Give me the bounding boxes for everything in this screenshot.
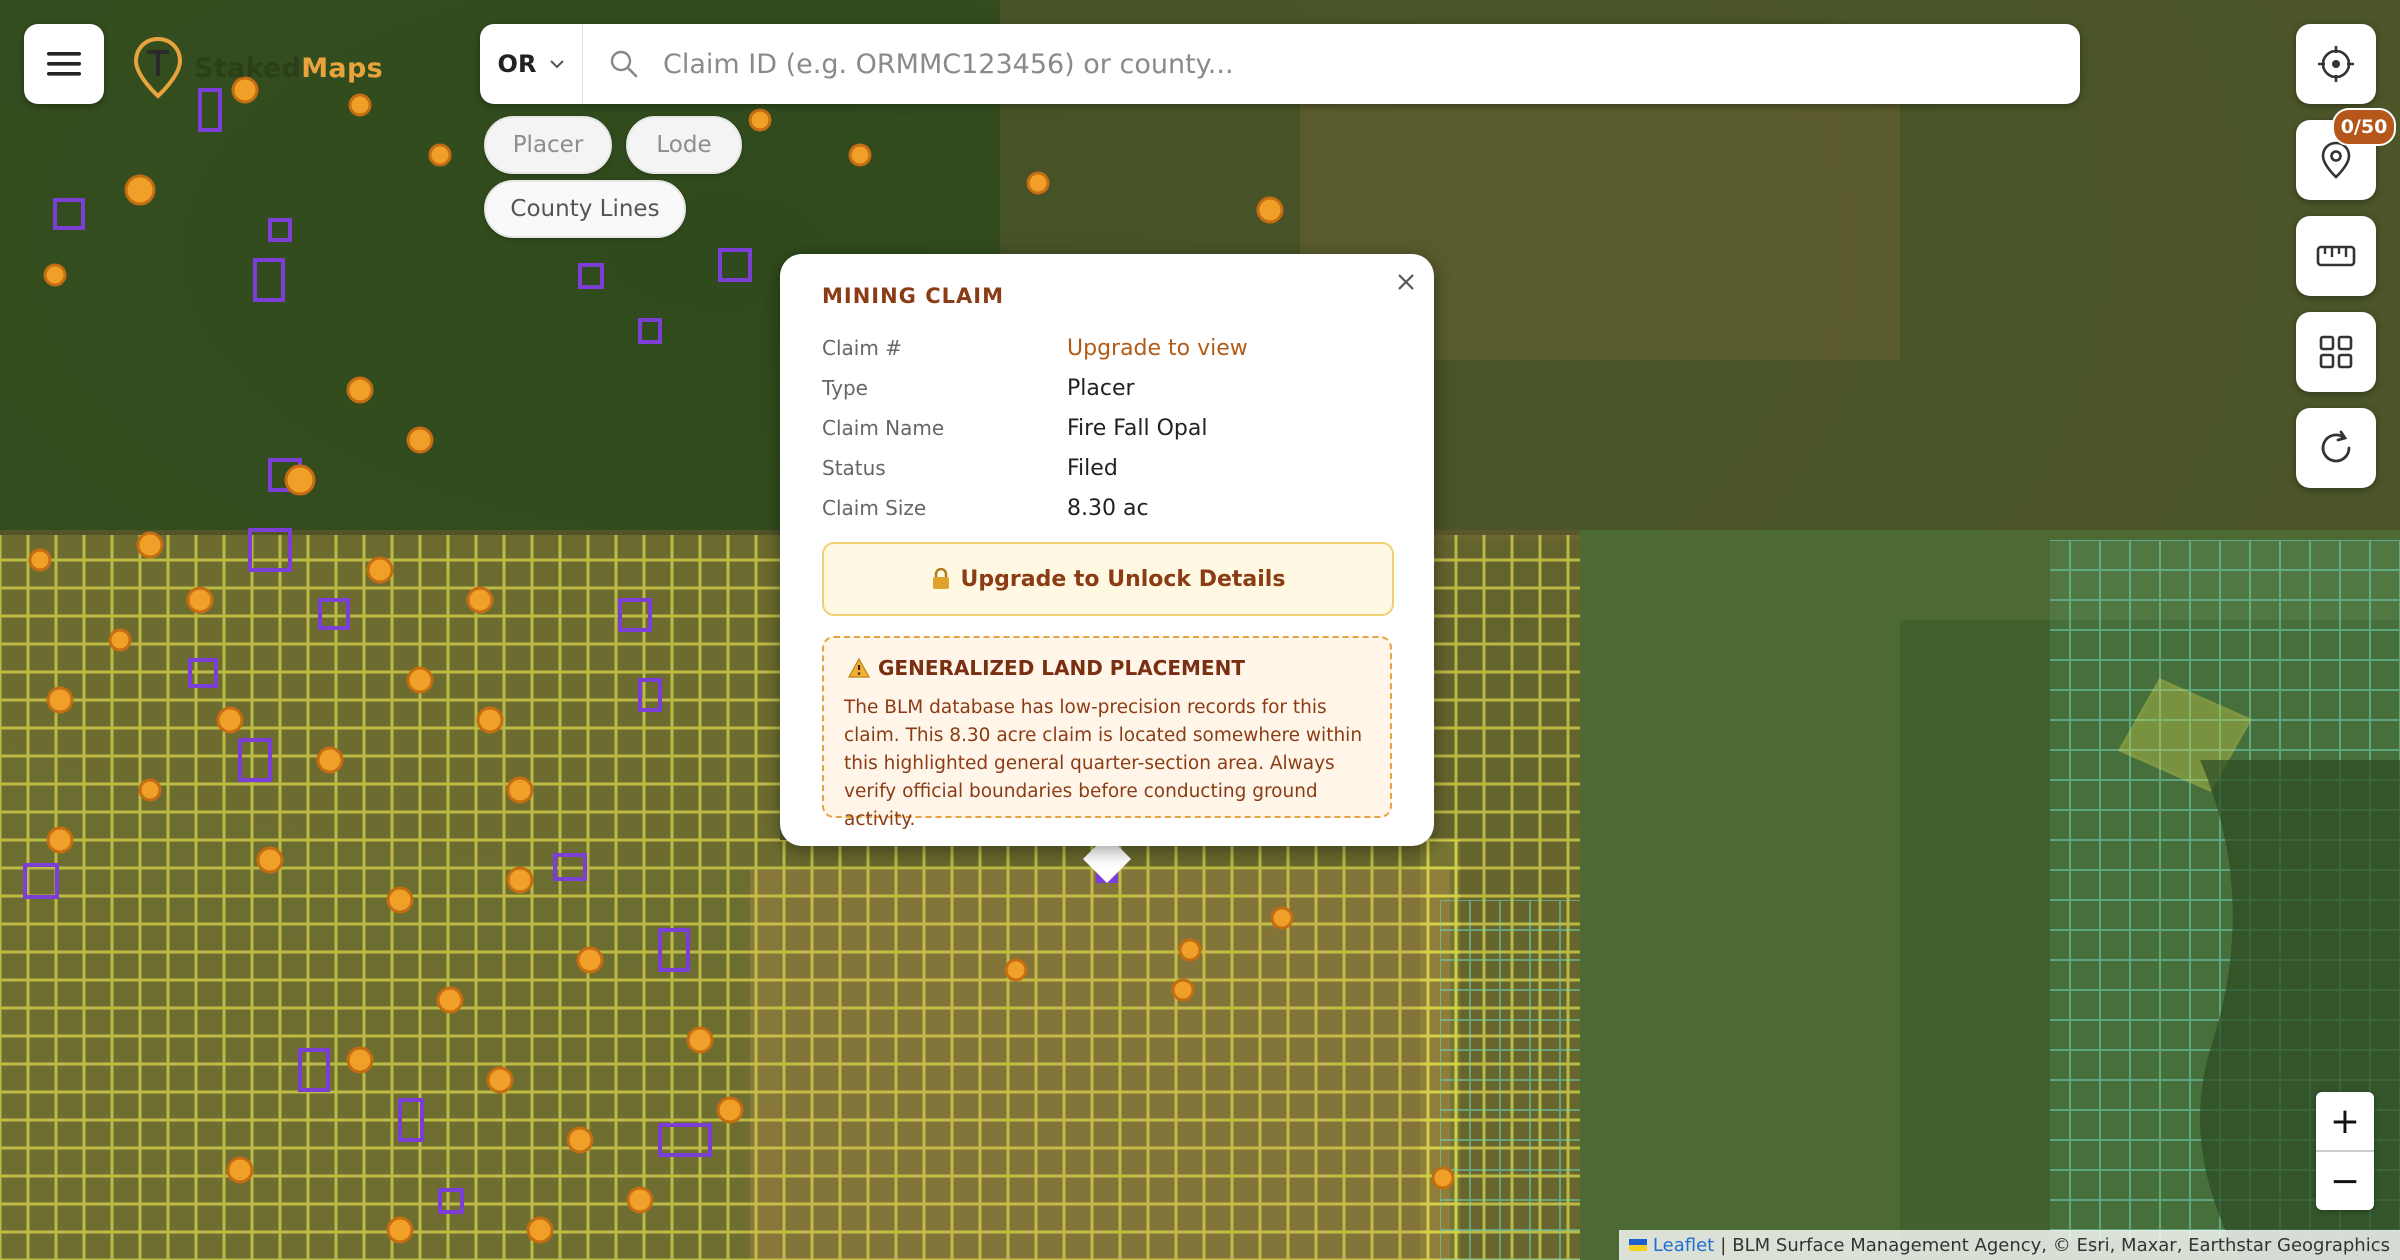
- unlock-label: Upgrade to Unlock Details: [960, 566, 1286, 592]
- claim-details: Claim # Upgrade to view Type Placer Clai…: [822, 328, 1392, 528]
- detail-value: 8.30 ac: [1067, 495, 1149, 521]
- county-lines-toggle[interactable]: County Lines: [484, 180, 686, 238]
- saved-count-badge: 0/50: [2332, 108, 2396, 146]
- attribution-separator: |: [1720, 1234, 1727, 1256]
- pin-icon: [2321, 141, 2351, 179]
- detail-label: Type: [822, 376, 868, 400]
- search-bar: OR: [480, 24, 2080, 104]
- upgrade-to-view-link[interactable]: Upgrade to view: [1067, 336, 1248, 361]
- close-button[interactable]: [1388, 264, 1424, 300]
- detail-value: Fire Fall Opal: [1067, 415, 1208, 441]
- brand-name: StakedMaps: [194, 53, 383, 84]
- app-logo[interactable]: StakedMaps: [132, 36, 383, 100]
- detail-row-claim-number: Claim # Upgrade to view: [822, 328, 1392, 368]
- close-icon: [1398, 274, 1414, 290]
- measure-button[interactable]: [2296, 216, 2376, 296]
- pin-logo-icon: [133, 36, 183, 99]
- filter-placer-chip[interactable]: Placer: [484, 116, 612, 174]
- upgrade-unlock-button[interactable]: Upgrade to Unlock Details: [822, 542, 1394, 616]
- search-icon: [609, 49, 639, 79]
- search-input[interactable]: [661, 47, 2080, 81]
- warning-title-text: GENERALIZED LAND PLACEMENT: [878, 656, 1245, 680]
- claim-popup: MINING CLAIM Claim # Upgrade to view Typ…: [780, 254, 1434, 846]
- popup-title: MINING CLAIM: [822, 284, 1004, 308]
- detail-value: Filed: [1067, 455, 1118, 481]
- detail-row-claim-name: Claim Name Fire Fall Opal: [822, 408, 1392, 448]
- leaflet-link[interactable]: Leaflet: [1653, 1235, 1714, 1256]
- locate-icon: [2318, 46, 2354, 82]
- detail-label: Claim Size: [822, 496, 927, 520]
- warning-text: The BLM database has low-precision recor…: [844, 697, 1363, 830]
- refresh-icon: [2321, 430, 2351, 463]
- brand-maps: Maps: [301, 52, 383, 84]
- ruler-icon: [2316, 245, 2356, 267]
- zoom-controls: + −: [2316, 1092, 2374, 1210]
- refresh-button[interactable]: [2296, 408, 2376, 488]
- warning-icon: [848, 658, 870, 678]
- zoom-in-button[interactable]: +: [2316, 1092, 2374, 1150]
- detail-row-type: Type Placer: [822, 368, 1392, 408]
- detail-row-status: Status Filed: [822, 448, 1392, 488]
- state-select[interactable]: OR: [480, 24, 583, 104]
- grid-icon: [2319, 335, 2353, 369]
- lock-icon: [932, 568, 949, 589]
- locate-button[interactable]: [2296, 24, 2376, 104]
- placement-warning: GENERALIZED LAND PLACEMENT The BLM datab…: [822, 636, 1392, 830]
- chevron-down-icon: [550, 60, 565, 69]
- ukraine-flag-icon: [1628, 1239, 1647, 1251]
- detail-value: Placer: [1067, 375, 1135, 401]
- warning-title: GENERALIZED LAND PLACEMENT: [848, 656, 1245, 680]
- zoom-out-button[interactable]: −: [2316, 1152, 2374, 1210]
- layers-button[interactable]: [2296, 312, 2376, 392]
- menu-button[interactable]: [24, 24, 104, 104]
- attribution-text: BLM Surface Management Agency, © Esri, M…: [1732, 1234, 2390, 1256]
- detail-label: Claim Name: [822, 416, 945, 440]
- detail-label: Claim #: [822, 336, 902, 360]
- hamburger-icon: [47, 52, 81, 76]
- detail-row-claim-size: Claim Size 8.30 ac: [822, 488, 1392, 528]
- brand-staked: Staked: [194, 52, 302, 84]
- map-attribution: Leaflet | BLM Surface Management Agency,…: [1618, 1230, 2400, 1260]
- detail-label: Status: [822, 456, 886, 480]
- state-value: OR: [497, 50, 537, 78]
- filter-lode-chip[interactable]: Lode: [626, 116, 742, 174]
